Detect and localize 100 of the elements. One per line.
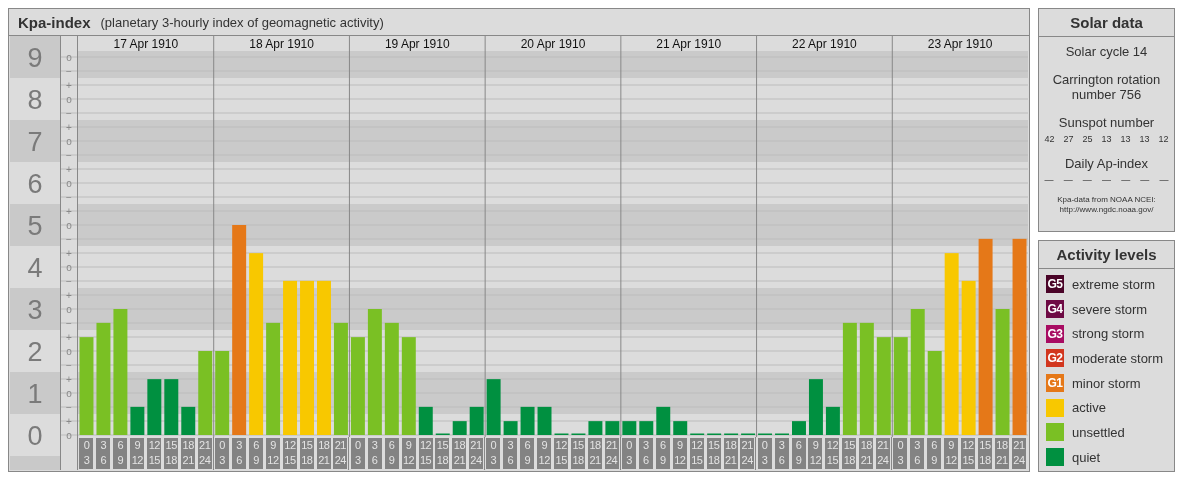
panel-title: Kpa-index xyxy=(18,13,91,31)
tick-label: − xyxy=(66,149,72,161)
date-label: 17 Apr 1910 xyxy=(113,37,179,51)
tick-label: − xyxy=(66,401,72,413)
time-slot-label: 12 15 xyxy=(961,438,976,469)
time-slot-label: 0 3 xyxy=(350,438,365,469)
time-slot-label: 21 24 xyxy=(468,438,483,469)
time-slot-label: 12 15 xyxy=(147,438,162,469)
ap-index-value: — xyxy=(1082,175,1092,185)
time-slot-label: 3 6 xyxy=(367,438,382,469)
sunspot-value: 13 xyxy=(1120,134,1131,144)
source-url: http://www.ngdc.noaa.gov/ xyxy=(1059,205,1154,215)
time-slot-label: 21 24 xyxy=(875,438,890,469)
time-slot-label: 21 24 xyxy=(740,438,755,469)
date-label: 20 Apr 1910 xyxy=(520,37,586,51)
time-slot-label: 21 24 xyxy=(197,438,212,469)
tick-label: o xyxy=(66,93,72,105)
tick-label: − xyxy=(66,65,72,77)
time-slot-label: 0 3 xyxy=(79,438,94,469)
time-slot-label: 9 12 xyxy=(265,438,280,469)
date-label: 22 Apr 1910 xyxy=(792,37,857,51)
time-slot-label: 18 21 xyxy=(859,438,874,469)
y-axis-label: 8 xyxy=(27,85,43,115)
sunspot-value: 27 xyxy=(1063,134,1074,144)
tick-label: − xyxy=(66,233,72,245)
y-axis-label: 1 xyxy=(27,379,43,409)
time-slot-label: 0 3 xyxy=(215,438,230,469)
time-slot-label: 3 6 xyxy=(774,438,789,469)
ap-index-value: — xyxy=(1063,175,1073,185)
time-slot-label: 3 6 xyxy=(232,438,247,469)
date-label: 19 Apr 1910 xyxy=(384,37,450,51)
time-slot-label: 12 15 xyxy=(825,438,840,469)
tick-label: − xyxy=(66,275,72,287)
sunspot-title: Sunspot number xyxy=(1058,115,1155,130)
time-slot-label: 18 21 xyxy=(723,438,738,469)
time-slot-label: 6 9 xyxy=(791,438,806,469)
time-slot-label: 6 9 xyxy=(384,438,399,469)
time-slot-label: 9 12 xyxy=(537,438,552,469)
y-axis-label: 3 xyxy=(27,295,43,325)
time-slot-label: 6 9 xyxy=(927,438,942,469)
time-slot-label: 9 12 xyxy=(808,438,823,469)
tick-label: + xyxy=(66,163,72,175)
time-slot-label: 12 15 xyxy=(418,438,433,469)
time-slot-label: 21 24 xyxy=(1011,438,1026,469)
source-text: Kpa-data from NOAA NCEI: xyxy=(1057,195,1156,205)
panel-subtitle: (planetary 3-hourly index of geomagnetic activity) xyxy=(100,14,384,30)
tick-label: + xyxy=(66,289,72,301)
time-slot-label: 18 21 xyxy=(588,438,603,469)
tick-label: o xyxy=(66,177,72,189)
ap-index-value: — xyxy=(1101,175,1111,185)
sunspot-value: 13 xyxy=(1101,134,1112,144)
tick-label: − xyxy=(66,359,72,371)
storm-level-badge: G1 xyxy=(1046,374,1064,393)
carrington-text: Carrington rotation number 756 xyxy=(1051,72,1162,102)
time-slot-label: 15 18 xyxy=(435,438,450,469)
tick-label: − xyxy=(66,191,72,203)
y-axis-label: 5 xyxy=(27,211,43,241)
time-slot-label: 15 18 xyxy=(706,438,721,469)
legend-label: moderate storm xyxy=(1072,350,1164,366)
tick-label: o xyxy=(66,387,72,399)
time-slot-label: 12 15 xyxy=(282,438,297,469)
ap-index-value: — xyxy=(1159,175,1169,185)
date-label: 21 Apr 1910 xyxy=(656,37,722,51)
y-axis-label: 0 xyxy=(27,421,43,451)
tick-label: o xyxy=(66,303,72,315)
ap-index-value: — xyxy=(1140,175,1150,185)
tick-label: + xyxy=(66,331,72,343)
time-slot-label: 12 15 xyxy=(554,438,569,469)
time-slot-label: 18 21 xyxy=(316,438,331,469)
time-slot-label: 6 9 xyxy=(113,438,128,469)
time-slot-label: 0 3 xyxy=(757,438,772,469)
time-slot-label: 9 12 xyxy=(130,438,145,469)
storm-level-badge: G5 xyxy=(1046,275,1064,294)
time-slot-label: 18 21 xyxy=(452,438,467,469)
ap-index-value: — xyxy=(1121,175,1131,185)
time-slot-label: 6 9 xyxy=(655,438,670,469)
date-label: 18 Apr 1910 xyxy=(249,37,314,51)
tick-label: o xyxy=(66,261,72,273)
tick-label: o xyxy=(66,51,72,63)
tick-label: + xyxy=(66,373,72,385)
storm-level-badge: G2 xyxy=(1046,349,1064,368)
time-slot-label: 15 18 xyxy=(842,438,857,469)
time-slot-label: 9 12 xyxy=(944,438,959,469)
tick-label: − xyxy=(66,107,72,119)
time-slot-label: 6 9 xyxy=(249,438,263,469)
legend-label: minor storm xyxy=(1072,375,1141,391)
time-slot-label: 15 18 xyxy=(164,438,179,469)
y-axis-label: 4 xyxy=(27,253,43,283)
legend-label: active xyxy=(1072,400,1106,416)
time-slot-label: 15 18 xyxy=(299,438,314,469)
y-axis-label: 2 xyxy=(27,337,43,367)
tick-label: o xyxy=(66,429,72,441)
storm-level-badge: G3 xyxy=(1046,324,1064,343)
legend-label: unsettled xyxy=(1072,424,1125,440)
tick-label: − xyxy=(66,317,72,329)
tick-label: o xyxy=(66,135,72,147)
panel-title: Activity levels xyxy=(1039,241,1174,269)
sunspot-value: 25 xyxy=(1082,134,1093,144)
tick-label: o xyxy=(66,345,72,357)
y-axis-label: 7 xyxy=(27,127,43,157)
